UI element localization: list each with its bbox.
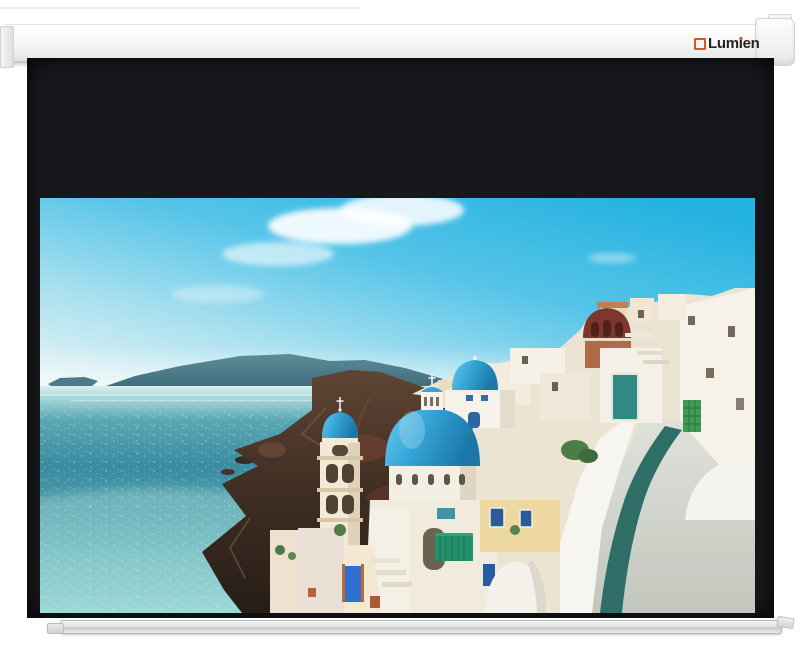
teal-door <box>612 374 638 420</box>
ceiling-line <box>0 7 360 9</box>
bar-left-nub <box>47 623 64 634</box>
bottom-weight-bar <box>60 620 782 634</box>
brand-text-i: i <box>739 35 743 53</box>
blue-gate <box>345 566 361 602</box>
brand-logo: Lumien <box>694 35 760 53</box>
projected-image <box>40 198 755 613</box>
bar-right-nub <box>776 616 794 629</box>
brand-text-post: en <box>743 35 760 53</box>
santorini-scene <box>40 198 755 613</box>
brand-logo-text: Lumien <box>708 35 760 53</box>
brand-square-icon <box>694 38 706 50</box>
product-photo-stage: Lumien <box>0 0 800 650</box>
brand-text-pre: Lum <box>708 35 739 53</box>
left-mount-bracket <box>0 26 14 68</box>
